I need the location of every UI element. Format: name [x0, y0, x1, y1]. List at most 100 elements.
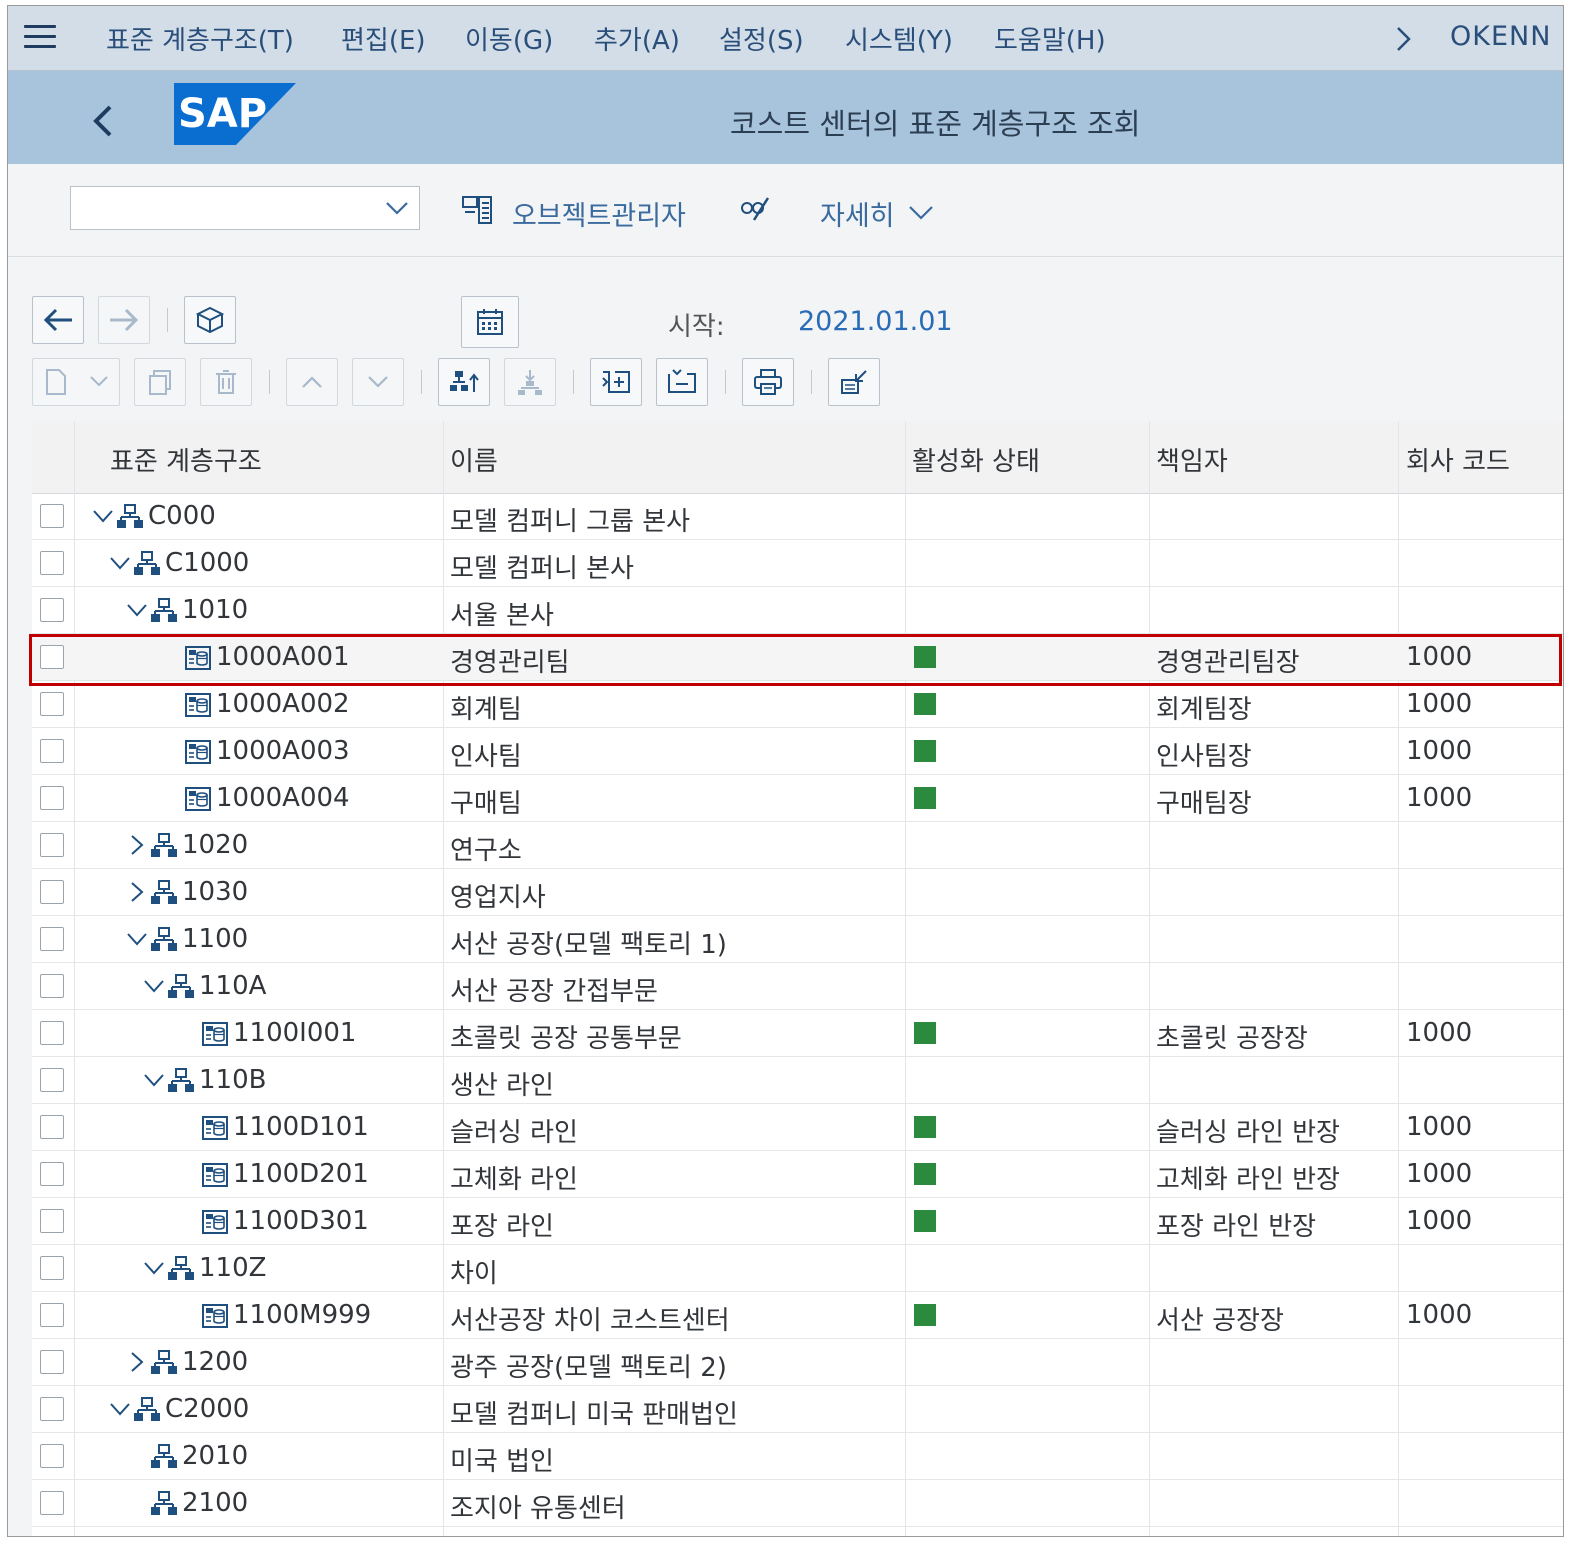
hierarchy-node-id[interactable]: 110B — [199, 1065, 266, 1095]
object-manager-icon[interactable] — [461, 194, 495, 228]
row-checkbox[interactable] — [40, 504, 64, 528]
row-checkbox[interactable] — [40, 833, 64, 857]
chevron-down-icon[interactable] — [92, 505, 114, 527]
table-row[interactable]: 1000A001 경영관리팀 경영관리팀장 1000 — [32, 634, 1563, 681]
back-button[interactable] — [32, 296, 84, 344]
row-checkbox[interactable] — [40, 739, 64, 763]
move-hierarchy-down-button[interactable] — [504, 358, 556, 406]
table-row[interactable]: 110Z 차이 — [32, 1245, 1563, 1292]
chevron-right-icon[interactable] — [126, 834, 148, 856]
table-row[interactable]: 1100 서산 공장(모델 팩토리 1) — [32, 916, 1563, 963]
row-checkbox[interactable] — [40, 880, 64, 904]
row-checkbox[interactable] — [40, 1209, 64, 1233]
hierarchy-node-id[interactable]: 2100 — [182, 1488, 248, 1518]
hierarchy-node-id[interactable]: 1000A002 — [216, 689, 350, 719]
print-button[interactable] — [742, 358, 794, 406]
chevron-down-icon[interactable] — [908, 204, 934, 222]
table-row[interactable]: 1020 연구소 — [32, 822, 1563, 869]
table-row[interactable]: C000 모델 컴퍼니 그룹 본사 — [32, 493, 1563, 540]
row-checkbox[interactable] — [40, 974, 64, 998]
hierarchy-node-id[interactable]: 1000A004 — [216, 783, 350, 813]
hierarchy-node-id[interactable]: 1010 — [182, 595, 248, 625]
column-header-status[interactable]: 활성화 상태 — [912, 441, 1040, 478]
hamburger-menu-icon[interactable] — [24, 25, 56, 53]
chevron-right-icon[interactable] — [126, 881, 148, 903]
chevron-down-icon[interactable] — [143, 1069, 165, 1091]
display-object-button[interactable] — [184, 296, 236, 344]
collapse-all-button[interactable] — [656, 358, 708, 406]
row-checkbox[interactable] — [40, 692, 64, 716]
menu-system[interactable]: 시스템(Y) — [845, 20, 953, 57]
copy-button[interactable] — [134, 358, 186, 406]
move-up-button[interactable] — [286, 358, 338, 406]
row-checkbox[interactable] — [40, 1068, 64, 1092]
hierarchy-node-id[interactable]: 1030 — [182, 877, 248, 907]
table-row[interactable]: 1200 광주 공장(모델 팩토리 2) — [32, 1339, 1563, 1386]
table-row[interactable]: 2100 조지아 유통센터 — [32, 1480, 1563, 1527]
hierarchy-node-id[interactable]: 1000A001 — [216, 642, 350, 672]
delete-button[interactable] — [200, 358, 252, 406]
menu-extras[interactable]: 추가(A) — [594, 20, 680, 57]
table-row[interactable]: 1100D101 슬러싱 라인 슬러싱 라인 반장 1000 — [32, 1104, 1563, 1151]
table-row[interactable]: 1100D301 포장 라인 포장 라인 반장 1000 — [32, 1198, 1563, 1245]
hierarchy-node-id[interactable]: C000 — [148, 501, 216, 531]
table-row[interactable]: 1100M999 서산공장 차이 코스트센터 서산 공장장 1000 — [32, 1292, 1563, 1339]
column-header-company-code[interactable]: 회사 코드 — [1406, 441, 1510, 478]
expand-all-button[interactable] — [590, 358, 642, 406]
table-row[interactable]: 1000A002 회계팀 회계팀장 1000 — [32, 681, 1563, 728]
hierarchy-node-id[interactable]: 2010 — [182, 1441, 248, 1471]
menu-goto[interactable]: 이동(G) — [465, 20, 553, 57]
more-menu-button[interactable]: 자세히 — [820, 194, 895, 233]
export-button[interactable] — [828, 358, 880, 406]
hierarchy-node-id[interactable]: 1100D101 — [233, 1112, 369, 1142]
table-row[interactable]: 1030 영업지사 — [32, 869, 1563, 916]
object-manager-button[interactable]: 오브젝트관리자 — [512, 194, 686, 233]
row-checkbox[interactable] — [40, 1115, 64, 1139]
chevron-right-icon[interactable] — [126, 1351, 148, 1373]
chevron-down-icon[interactable] — [109, 1398, 131, 1420]
table-row[interactable]: 1000A004 구매팀 구매팀장 1000 — [32, 775, 1563, 822]
back-arrow-icon[interactable] — [88, 101, 118, 141]
start-date-value[interactable]: 2021.01.01 — [798, 306, 953, 337]
column-header-hierarchy[interactable]: 표준 계층구조 — [110, 441, 262, 478]
hierarchy-node-id[interactable]: 110A — [199, 971, 266, 1001]
table-row[interactable]: 2010 미국 법인 — [32, 1433, 1563, 1480]
row-checkbox[interactable] — [40, 927, 64, 951]
hierarchy-node-id[interactable]: 1100I001 — [233, 1018, 356, 1048]
table-row[interactable]: 110B 생산 라인 — [32, 1057, 1563, 1104]
hierarchy-node-id[interactable]: 1100 — [182, 924, 248, 954]
chevron-down-icon[interactable] — [109, 552, 131, 574]
row-checkbox[interactable] — [40, 1021, 64, 1045]
menu-help[interactable]: 도움말(H) — [994, 20, 1106, 57]
table-row[interactable]: C2000 모델 컴퍼니 미국 판매법인 — [32, 1386, 1563, 1433]
hierarchy-node-id[interactable]: C1000 — [165, 548, 249, 578]
row-checkbox[interactable] — [40, 598, 64, 622]
hierarchy-node-id[interactable]: 110Z — [199, 1253, 266, 1283]
row-checkbox[interactable] — [40, 786, 64, 810]
hierarchy-node-id[interactable]: 1100D301 — [233, 1206, 369, 1236]
column-header-name[interactable]: 이름 — [450, 441, 498, 478]
toolbar-dropdown[interactable] — [70, 186, 420, 230]
glasses-edit-icon[interactable] — [738, 192, 774, 228]
table-row[interactable]: 1000A003 인사팀 인사팀장 1000 — [32, 728, 1563, 775]
table-row[interactable]: 110A 서산 공장 간접부문 — [32, 963, 1563, 1010]
move-hierarchy-up-button[interactable] — [438, 358, 490, 406]
menu-standard-hierarchy[interactable]: 표준 계층구조(T) — [106, 20, 294, 57]
hierarchy-node-id[interactable]: 1200 — [182, 1347, 248, 1377]
hierarchy-node-id[interactable]: 1100D201 — [233, 1159, 369, 1189]
table-row[interactable]: C1000 모델 컴퍼니 본사 — [32, 540, 1563, 587]
chevron-down-icon[interactable] — [126, 928, 148, 950]
forward-button[interactable] — [98, 296, 150, 344]
menu-settings[interactable]: 설정(S) — [719, 20, 804, 57]
hierarchy-node-id[interactable]: 1100M999 — [233, 1300, 371, 1330]
row-checkbox[interactable] — [40, 1162, 64, 1186]
menu-edit[interactable]: 편집(E) — [341, 20, 426, 57]
row-checkbox[interactable] — [40, 1303, 64, 1327]
row-checkbox[interactable] — [40, 645, 64, 669]
row-checkbox[interactable] — [40, 1350, 64, 1374]
table-row[interactable]: 1100I001 초콜릿 공장 공통부문 초콜릿 공장장 1000 — [32, 1010, 1563, 1057]
table-row[interactable]: 1100D201 고체화 라인 고체화 라인 반장 1000 — [32, 1151, 1563, 1198]
chevron-down-icon[interactable] — [126, 599, 148, 621]
row-checkbox[interactable] — [40, 1256, 64, 1280]
row-checkbox[interactable] — [40, 1397, 64, 1421]
